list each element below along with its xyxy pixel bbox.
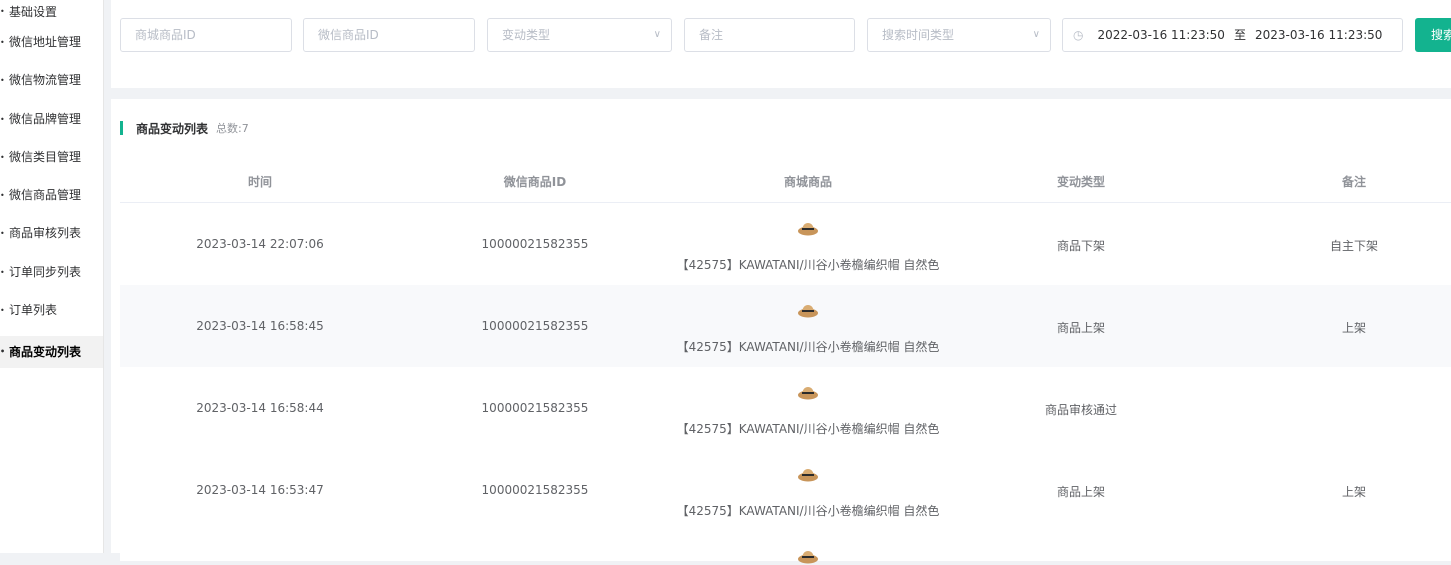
- column-header-mall-product: 商城商品: [783, 175, 832, 189]
- bullet-icon: •: [0, 76, 5, 86]
- title-accent-bar: [120, 121, 123, 135]
- chevron-down-icon: ∨: [1032, 29, 1040, 40]
- cell-change-type: 商品上架: [1056, 321, 1105, 335]
- sidebar-menu: • 基础设置 • 微信地址管理 • 微信物流管理 • 微信品牌管理 • 微信类目管理 • 微…: [0, 0, 103, 369]
- table-row[interactable]: 2023-03-14 22:07:06 10000021582355 【4257…: [120, 203, 1451, 286]
- bullet-icon: •: [0, 191, 5, 201]
- cell-remark: 上架: [1341, 321, 1366, 335]
- bullet-icon: •: [0, 306, 5, 316]
- cell-mall-product: 【42575】KAWATANI/川谷小卷檐编织帽 自然色: [670, 367, 946, 449]
- product-name: 【42575】KAWATANI/川谷小卷檐编织帽 自然色: [676, 504, 940, 518]
- time-type-placeholder: 搜索时间类型: [882, 28, 955, 42]
- search-button-label: 搜索: [1431, 28, 1451, 42]
- sidebar-item-label: 基础设置: [9, 5, 58, 19]
- table-row[interactable]: 2023-03-14 16:58:44 10000021582355 【4257…: [120, 367, 1451, 450]
- cell-remark: 自主下架: [1329, 239, 1378, 253]
- mall-product-id-input[interactable]: 商城商品ID: [120, 18, 292, 52]
- time-type-select[interactable]: 搜索时间类型 ∨: [867, 18, 1051, 52]
- bullet-icon: •: [0, 152, 5, 162]
- cell-mall-product: 【42575】KAWATANI/川谷小卷檐编织帽 自然色: [670, 285, 946, 367]
- sidebar-item-label: 微信品牌管理: [9, 111, 82, 126]
- straw-hat-icon: [798, 469, 818, 482]
- clock-icon: ◷: [1073, 28, 1084, 42]
- sidebar-item-label: 微信商品管理: [9, 188, 82, 203]
- product-name: 【42575】KAWATANI/川谷小卷檐编织帽 自然色: [676, 422, 940, 436]
- date-separator: 至: [1233, 28, 1246, 42]
- sidebar-item-label: 订单列表: [9, 303, 58, 318]
- table-row[interactable]: 2023-03-14 16:58:45 10000021582355 【4257…: [120, 285, 1451, 368]
- chevron-down-icon: ∨: [653, 29, 661, 40]
- cell-wechat-id: 10000021582355: [481, 483, 589, 497]
- sidebar-item-wechat-brand[interactable]: • 微信品牌管理: [0, 107, 103, 145]
- sidebar-item-basic-settings[interactable]: • 基础设置: [0, 0, 103, 30]
- remark-input[interactable]: 备注: [684, 18, 855, 52]
- straw-hat-icon: [798, 305, 818, 318]
- sidebar-item-label: 微信物流管理: [9, 73, 82, 88]
- sidebar-item-label: 微信类目管理: [9, 149, 82, 164]
- table-row[interactable]: 2023-03-14 16:53:47 10000021582355 【4257…: [120, 449, 1451, 532]
- sidebar-item-label: 订单同步列表: [9, 264, 82, 279]
- straw-hat-icon: [798, 387, 818, 400]
- sidebar-item-wechat-product[interactable]: • 微信商品管理: [0, 183, 103, 221]
- sidebar-item-wechat-category[interactable]: • 微信类目管理: [0, 145, 103, 183]
- filter-panel: 商城商品ID 微信商品ID 变动类型 ∨ 备注 搜索时间类型 ∨ ◷ 2022-03-…: [111, 0, 1451, 88]
- cell-wechat-id: 10000021582355: [481, 237, 589, 251]
- cell-time: 2023-03-14 16:53:47: [196, 483, 324, 497]
- mall-product-id-placeholder: 商城商品ID: [135, 28, 196, 42]
- sidebar-item-product-review[interactable]: • 商品审核列表: [0, 221, 103, 259]
- cell-time: 2023-03-14 22:07:06: [196, 237, 324, 251]
- list-title: 商品变动列表: [136, 121, 209, 136]
- sidebar-item-label: 商品变动列表: [9, 345, 82, 360]
- list-header: 商品变动列表 总数:7: [120, 121, 249, 136]
- table-row[interactable]: [120, 531, 1451, 564]
- cell-remark: 上架: [1341, 485, 1366, 499]
- list-total-count: 总数:7: [216, 122, 249, 135]
- product-name: 【42575】KAWATANI/川谷小卷檐编织帽 自然色: [676, 340, 940, 354]
- change-type-placeholder: 变动类型: [502, 28, 551, 42]
- sidebar-item-label: 微信地址管理: [9, 35, 82, 49]
- sidebar: • 基础设置 • 微信地址管理 • 微信物流管理 • 微信品牌管理 • 微信类目管理 • 微…: [0, 0, 104, 553]
- cell-mall-product: 【42575】KAWATANI/川谷小卷檐编织帽 自然色: [670, 449, 946, 531]
- sidebar-item-wechat-address[interactable]: • 微信地址管理: [0, 30, 103, 68]
- cell-wechat-id: 10000021582355: [481, 319, 589, 333]
- change-list-panel: 商品变动列表 总数:7 时间 微信商品ID 商城商品 变动类型 备注 2023-…: [111, 99, 1451, 564]
- cell-mall-product: [670, 531, 946, 564]
- date-end: 2023-03-16 11:23:50: [1254, 28, 1383, 42]
- sidebar-item-order-sync[interactable]: • 订单同步列表: [0, 260, 103, 298]
- cell-change-type: 商品审核通过: [1044, 403, 1117, 417]
- cell-change-type: 商品上架: [1056, 485, 1105, 499]
- sidebar-item-wechat-logistics[interactable]: • 微信物流管理: [0, 68, 103, 106]
- wechat-product-id-placeholder: 微信商品ID: [318, 28, 379, 42]
- column-header-change-type: 变动类型: [1056, 175, 1105, 189]
- bullet-icon: •: [0, 267, 5, 277]
- bullet-icon: •: [0, 347, 6, 357]
- bullet-icon: •: [0, 7, 5, 16]
- cell-time: 2023-03-14 16:58:45: [196, 319, 324, 333]
- bullet-icon: •: [0, 38, 5, 47]
- table-header: 时间 微信商品ID 商城商品 变动类型 备注: [120, 161, 1451, 203]
- wechat-product-id-input[interactable]: 微信商品ID: [303, 18, 475, 52]
- cell-mall-product: 【42575】KAWATANI/川谷小卷檐编织帽 自然色: [670, 203, 946, 285]
- cell-change-type: 商品下架: [1056, 239, 1105, 253]
- straw-hat-icon: [798, 223, 818, 236]
- column-header-wechat-id: 微信商品ID: [503, 175, 567, 189]
- cell-time: 2023-03-14 16:58:44: [196, 401, 324, 415]
- remark-placeholder: 备注: [699, 28, 724, 42]
- sidebar-item-product-change[interactable]: • 商品变动列表: [0, 336, 103, 369]
- product-name: 【42575】KAWATANI/川谷小卷檐编织帽 自然色: [676, 258, 940, 272]
- date-range-picker[interactable]: ◷ 2022-03-16 11:23:50 至 2023-03-16 11:23:50: [1062, 18, 1403, 52]
- cell-wechat-id: 10000021582355: [481, 401, 589, 415]
- column-header-remark: 备注: [1341, 175, 1366, 189]
- sidebar-item-order-list[interactable]: • 订单列表: [0, 298, 103, 336]
- search-button[interactable]: 搜索: [1415, 18, 1451, 52]
- bullet-icon: •: [0, 229, 5, 239]
- sidebar-item-label: 商品审核列表: [9, 226, 82, 241]
- column-header-time: 时间: [247, 175, 272, 189]
- date-start: 2022-03-16 11:23:50: [1097, 28, 1225, 42]
- straw-hat-icon: [798, 551, 818, 564]
- bullet-icon: •: [0, 114, 5, 124]
- change-type-select[interactable]: 变动类型 ∨: [487, 18, 672, 52]
